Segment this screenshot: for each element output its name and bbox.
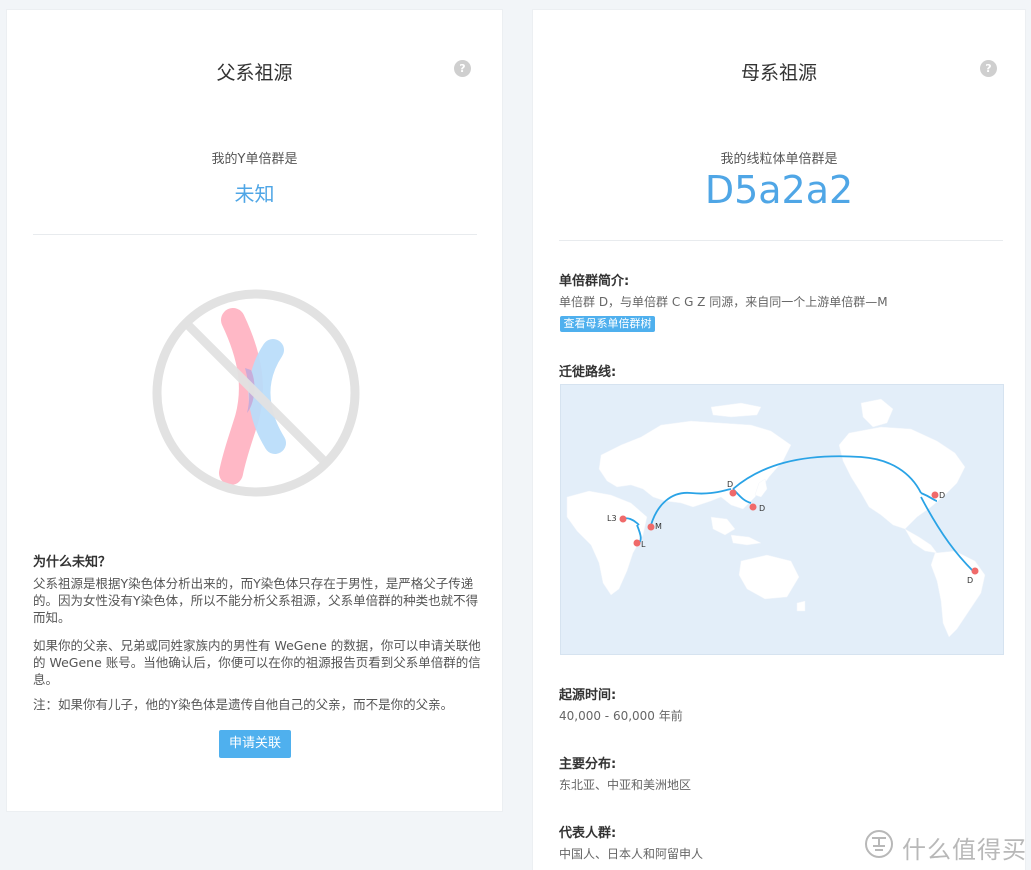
paternal-explanation: 父系祖源是根据Y染色体分析出来的，而Y染色体只存在于男性，是严格父子传递的。因为… (33, 576, 479, 625)
maternal-help-icon[interactable]: ? (980, 60, 997, 77)
paternal-card: 父系祖源 ? 我的Y单倍群是 未知 为什么未知？ 父系祖源是根据Y染色体分析出来… (6, 9, 503, 812)
intro-heading: 单倍群简介: (559, 274, 630, 289)
migration-map: L3 M L D D D D (560, 384, 1004, 655)
origin-text: 40,000 - 60,000 年前 (559, 709, 683, 723)
origin-heading: 起源时间: (559, 688, 617, 703)
watermark: 什么值得买 (862, 826, 1028, 864)
y-haplogroup-label: 我的Y单倍群是 (211, 152, 298, 167)
population-heading: 代表人群: (559, 826, 617, 841)
request-link-button[interactable]: 申请关联 (219, 730, 291, 758)
watermark-text: 什么值得买 (902, 836, 1027, 864)
map-label-d-japan: D (759, 504, 765, 513)
map-label-m: M (655, 522, 662, 531)
no-y-chromosome-icon (152, 289, 360, 497)
paternal-title: 父系祖源 (216, 62, 293, 84)
why-unknown-title: 为什么未知？ (33, 555, 112, 570)
paternal-divider (33, 234, 477, 235)
map-label-l3: L3 (607, 514, 617, 523)
world-map: L3 M L D D D D (566, 398, 986, 638)
view-maternal-tree-button[interactable]: 查看母系单倍群树 (560, 316, 655, 332)
paternal-help-icon[interactable]: ? (454, 60, 471, 77)
map-label-d-south-america: D (967, 576, 973, 585)
distribution-text: 东北亚、中亚和美洲地区 (559, 778, 692, 792)
map-label-d-north-america: D (939, 491, 945, 500)
link-account-explanation: 如果你的父亲、兄弟或同姓家族内的男性有 WeGene 的数据，你可以申请关联他的… (33, 638, 481, 687)
y-haplogroup-value: 未知 (234, 182, 275, 206)
mt-haplogroup-label: 我的线粒体单倍群是 (720, 152, 838, 167)
zhi-logo-icon (865, 830, 893, 858)
route-heading: 迁徙路线: (559, 365, 617, 380)
pink-chromosome (219, 308, 263, 485)
son-note: 注：如果你有儿子，他的Y染色体是遗传自他自己的父亲，而不是你的父亲。 (33, 697, 454, 712)
population-text: 中国人、日本人和阿留申人 (559, 847, 704, 861)
maternal-title: 母系祖源 (740, 62, 817, 84)
maternal-divider (559, 240, 1003, 241)
maternal-card: 母系祖源 ? 我的线粒体单倍群是 D5a2a2 单倍群简介: 单倍群 D，与单倍… (532, 9, 1026, 870)
intro-text: 单倍群 D，与单倍群 C G Z 同源，来自同一个上游单倍群—M (559, 295, 888, 309)
map-label-d-asia: D (727, 480, 733, 489)
map-label-l: L (641, 540, 646, 549)
distribution-heading: 主要分布: (559, 757, 617, 772)
mt-haplogroup-value: D5a2a2 (704, 168, 854, 212)
